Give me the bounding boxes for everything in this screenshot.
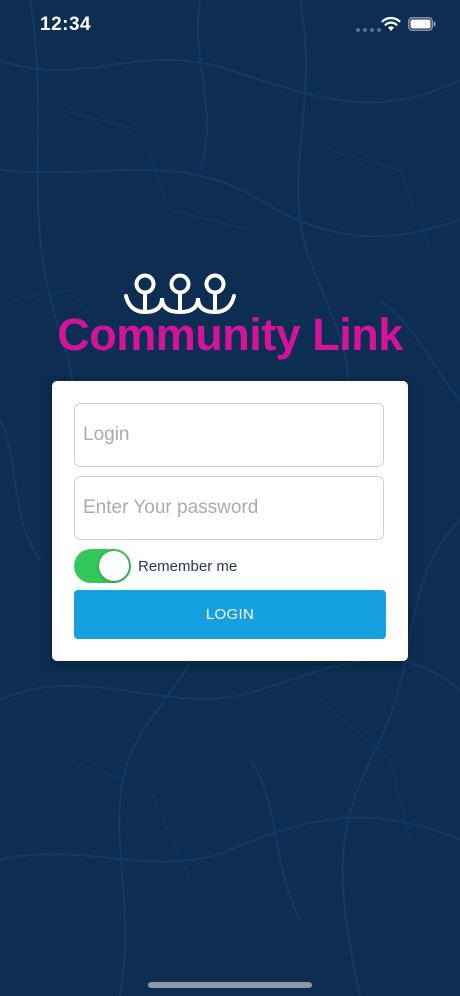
- remember-me-row: Remember me: [74, 549, 237, 583]
- remember-me-label: Remember me: [138, 557, 238, 575]
- login-button[interactable]: LOGIN: [74, 590, 386, 639]
- login-card: Remember me LOGIN: [52, 381, 408, 661]
- status-time: 12:34: [40, 14, 92, 35]
- home-indicator: [148, 982, 312, 988]
- battery-icon: [408, 17, 436, 31]
- toggle-knob: [99, 551, 129, 581]
- wifi-icon: [381, 16, 401, 31]
- login-input[interactable]: [74, 403, 384, 467]
- cellular-signal-icon: [356, 28, 381, 32]
- remember-me-toggle[interactable]: [74, 549, 131, 583]
- app-title: Community Link: [57, 309, 403, 360]
- login-screen: 12:34 Community Link Login Remember me L…: [0, 0, 460, 996]
- password-input[interactable]: [74, 476, 384, 540]
- status-bar: 12:34: [0, 0, 460, 52]
